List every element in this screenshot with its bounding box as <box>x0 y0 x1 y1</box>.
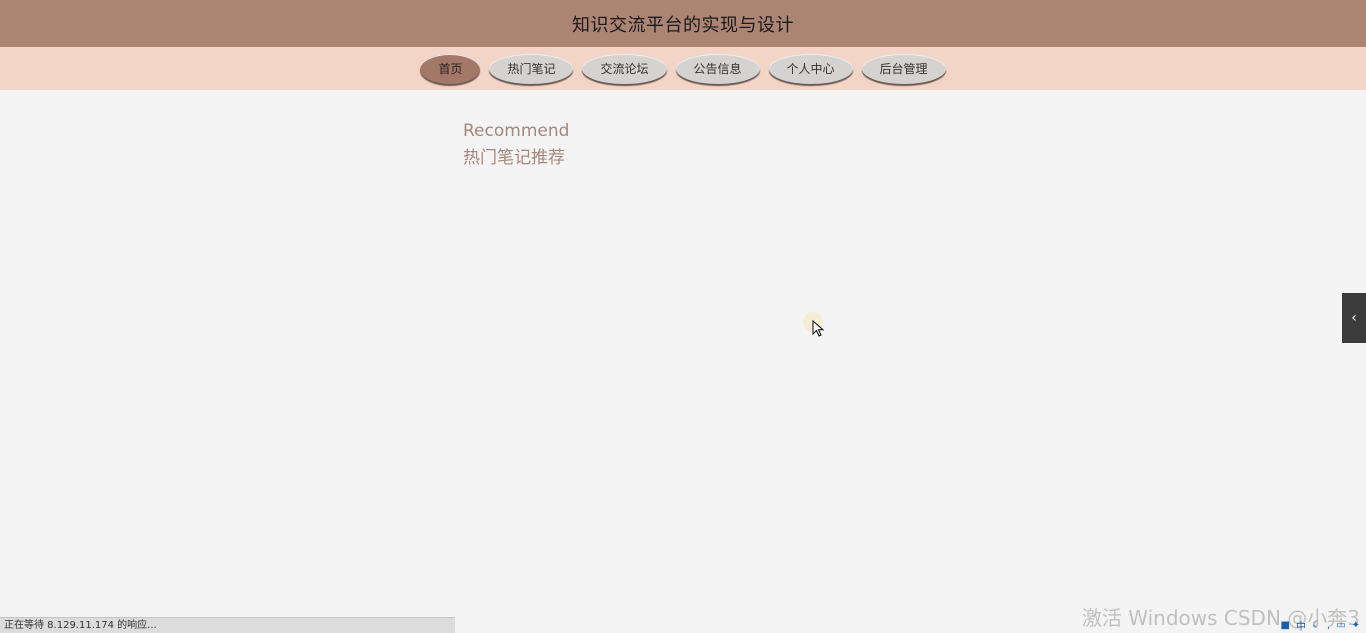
ime-toolbar: ■ 中 ☾ , ▭ ✦ <box>1281 618 1360 633</box>
mouse-cursor-icon <box>812 320 825 337</box>
recommend-title-en: Recommend <box>463 121 570 141</box>
ime-tool-icon[interactable]: ✦ <box>1352 620 1360 631</box>
nav-item-hot-notes[interactable]: 热门笔记 <box>489 53 574 84</box>
main-nav: 首页 热门笔记 交流论坛 公告信息 个人中心 后台管理 <box>0 47 1366 90</box>
app-header: 知识交流平台的实现与设计 <box>0 0 1366 47</box>
recommend-section-heading: Recommend 热门笔记推荐 <box>463 121 569 168</box>
nav-item-announcements[interactable]: 公告信息 <box>675 53 760 84</box>
browser-status-bar: 正在等待 8.129.11.174 的响应... <box>0 617 455 633</box>
ime-lang-icon[interactable]: 中 <box>1296 618 1306 633</box>
ime-punct-icon[interactable]: , <box>1327 620 1330 631</box>
chevron-left-icon: ‹ <box>1351 310 1357 326</box>
nav-item-profile[interactable]: 个人中心 <box>768 53 853 84</box>
ime-keyboard-icon[interactable]: ▭ <box>1336 620 1345 631</box>
side-panel-toggle[interactable]: ‹ <box>1342 293 1366 343</box>
ime-moon-icon[interactable]: ☾ <box>1312 620 1321 631</box>
nav-item-admin[interactable]: 后台管理 <box>861 53 946 84</box>
ime-logo-icon[interactable]: ■ <box>1281 620 1290 631</box>
nav-item-home[interactable]: 首页 <box>420 53 481 84</box>
recommend-title-zh: 热门笔记推荐 <box>463 148 565 168</box>
page-title: 知识交流平台的实现与设计 <box>572 14 794 36</box>
nav-item-forum[interactable]: 交流论坛 <box>582 53 667 84</box>
